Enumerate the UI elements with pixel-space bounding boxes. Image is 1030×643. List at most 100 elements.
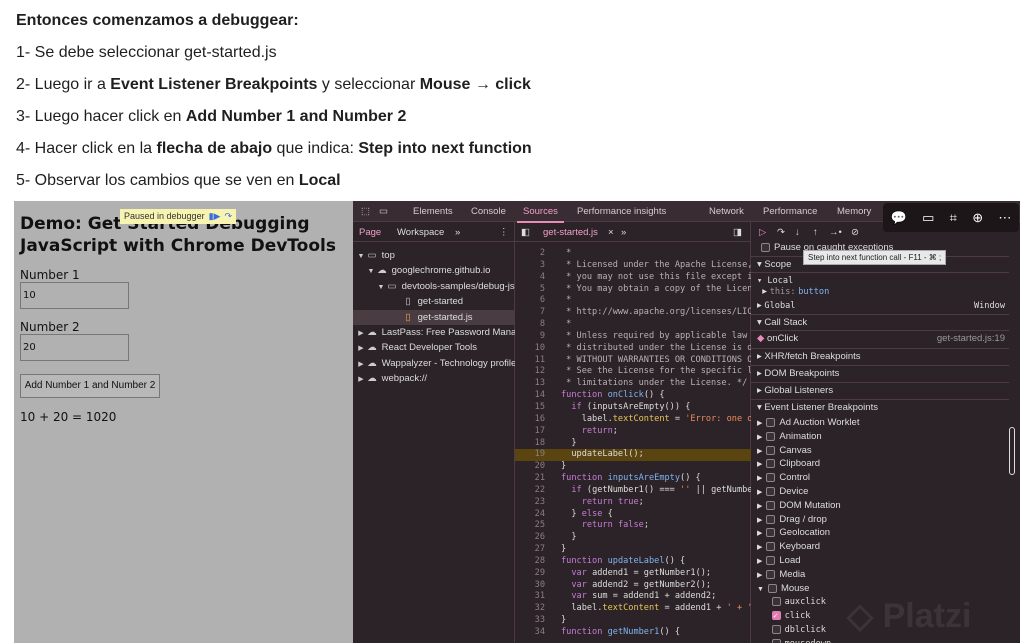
line-number[interactable]: 34 bbox=[515, 627, 545, 639]
code-line[interactable]: 30 var addend2 = getNumber2(); bbox=[515, 580, 751, 592]
toggle-navigator-icon[interactable]: ◧ bbox=[521, 227, 530, 238]
expand-arrow-icon[interactable]: ▶ bbox=[357, 357, 365, 371]
line-number[interactable]: 30 bbox=[515, 580, 545, 592]
file-tab[interactable]: get-started.js bbox=[543, 227, 598, 238]
code-line[interactable]: 34 function getNumber1() { bbox=[515, 627, 751, 639]
code-line[interactable]: 4 * you may not use this file except in … bbox=[515, 272, 751, 284]
line-number[interactable]: 29 bbox=[515, 568, 545, 580]
tab-performance[interactable]: Performance bbox=[763, 206, 817, 217]
global_listeners-section[interactable]: ▸ Global Listeners bbox=[751, 382, 1009, 398]
close-tab-icon[interactable]: × bbox=[608, 227, 614, 238]
line-number[interactable]: 22 bbox=[515, 485, 545, 497]
call-stack-section[interactable]: ▾ Call Stack bbox=[751, 314, 1009, 330]
code-line[interactable]: 7 * http://www.apache.org/licenses/LICEN… bbox=[515, 307, 751, 319]
tree-item[interactable]: ▶ ☁ React Developer Tools bbox=[353, 340, 515, 355]
code-line[interactable]: 32 label.textContent = addend1 + ' + ' +… bbox=[515, 603, 751, 615]
line-number[interactable]: 24 bbox=[515, 509, 545, 521]
xhr-section[interactable]: ▸ XHR/fetch Breakpoints bbox=[751, 348, 1009, 364]
tab-network[interactable]: Network bbox=[709, 206, 744, 217]
line-number[interactable]: 2 bbox=[515, 248, 545, 260]
tab-page[interactable]: Page bbox=[359, 227, 381, 238]
tree-item[interactable]: ▼ ☁ googlechrome.github.io bbox=[353, 263, 515, 278]
tree-item[interactable]: ▼ ▭ top bbox=[353, 248, 515, 263]
expand-arrow-icon[interactable]: ▼ bbox=[367, 264, 375, 278]
line-number[interactable]: 14 bbox=[515, 390, 545, 402]
code-line[interactable]: 15 if (inputsAreEmpty()) { bbox=[515, 402, 751, 414]
mouse-event-mousedown[interactable]: mousedown bbox=[751, 636, 1009, 643]
code-line[interactable]: 25 return false; bbox=[515, 520, 751, 532]
inspect-icon[interactable]: ⬚ bbox=[361, 206, 370, 217]
code-line[interactable]: 17 return; bbox=[515, 426, 751, 438]
resume-icon[interactable]: ▮▶ bbox=[209, 211, 221, 221]
code-line[interactable]: 19 updateLabel(); bbox=[515, 449, 751, 462]
tree-item[interactable]: ▶ ☁ Wappalyzer - Technology profiler bbox=[353, 356, 515, 371]
dom-section[interactable]: ▸ DOM Breakpoints bbox=[751, 365, 1009, 381]
step-over-icon[interactable]: ↷ bbox=[777, 227, 785, 238]
line-number[interactable]: 9 bbox=[515, 331, 545, 343]
line-number[interactable]: 31 bbox=[515, 591, 545, 603]
step-over-icon[interactable]: ↷ bbox=[224, 211, 232, 221]
code-line[interactable]: 29 var addend1 = getNumber1(); bbox=[515, 568, 751, 580]
deactivate-breakpoints-icon[interactable]: ⊘ bbox=[851, 227, 859, 238]
line-number[interactable]: 28 bbox=[515, 556, 545, 568]
line-number[interactable]: 5 bbox=[515, 284, 545, 296]
line-number[interactable]: 3 bbox=[515, 260, 545, 272]
line-number[interactable]: 26 bbox=[515, 532, 545, 544]
code-line[interactable]: 18 } bbox=[515, 438, 751, 450]
code-line[interactable]: 28 function updateLabel() { bbox=[515, 556, 751, 568]
line-number[interactable]: 13 bbox=[515, 378, 545, 390]
expand-arrow-icon[interactable]: ▼ bbox=[377, 280, 385, 294]
tab-performance-insights[interactable]: Performance insights bbox=[577, 206, 666, 217]
code-line[interactable]: 11 * WITHOUT WARRANTIES OR CONDITIONS OF… bbox=[515, 355, 751, 367]
line-number[interactable]: 6 bbox=[515, 295, 545, 307]
code-line[interactable]: 22 if (getNumber1() === '' || getNumber2… bbox=[515, 485, 751, 497]
checkbox[interactable] bbox=[771, 638, 781, 643]
scrollbar[interactable] bbox=[1009, 427, 1015, 475]
tree-item[interactable]: ▶ ☁ webpack:// bbox=[353, 371, 515, 386]
more-files-icon[interactable]: » bbox=[621, 227, 626, 238]
tab-memory[interactable]: Memory bbox=[837, 206, 871, 217]
line-number[interactable]: 27 bbox=[515, 544, 545, 556]
tree-item[interactable]: ▼ ▭ devtools-samples/debug-js bbox=[353, 279, 515, 294]
step-out-icon[interactable]: ↑ bbox=[813, 227, 818, 238]
line-number[interactable]: 4 bbox=[515, 272, 545, 284]
code-line[interactable]: 24 } else { bbox=[515, 509, 751, 521]
expand-arrow-icon[interactable]: ▶ bbox=[357, 326, 365, 340]
code-line[interactable]: 3 * Licensed under the Apache License, V… bbox=[515, 260, 751, 272]
checkbox[interactable]: ✓ bbox=[771, 611, 781, 621]
line-number[interactable]: 15 bbox=[515, 402, 545, 414]
code-line[interactable]: 26 } bbox=[515, 532, 751, 544]
line-number[interactable]: 23 bbox=[515, 497, 545, 509]
code-line[interactable]: 8 * bbox=[515, 319, 751, 331]
tree-item[interactable]: ▯ get-started.js bbox=[353, 309, 515, 325]
line-number[interactable]: 25 bbox=[515, 520, 545, 532]
line-number[interactable]: 11 bbox=[515, 355, 545, 367]
code-line[interactable]: 13 * limitations under the License. */ bbox=[515, 378, 751, 390]
code-line[interactable]: 16 label.textContent = 'Error: one or bo… bbox=[515, 414, 751, 426]
code-line[interactable]: 31 var sum = addend1 + addend2; bbox=[515, 591, 751, 603]
code-line[interactable]: 33} bbox=[515, 615, 751, 627]
checkbox[interactable] bbox=[771, 597, 781, 607]
code-line[interactable]: 14 function onClick() { bbox=[515, 390, 751, 402]
tree-item[interactable]: ▶☁ LastPass: Free Password Manager bbox=[353, 325, 515, 340]
tab-console[interactable]: Console bbox=[471, 206, 506, 217]
number2-input[interactable]: 20 bbox=[20, 334, 129, 361]
toggle-debugger-icon[interactable]: ◨ bbox=[733, 227, 742, 238]
code-line[interactable]: 27} bbox=[515, 544, 751, 556]
tab-sources[interactable]: Sources bbox=[517, 206, 564, 223]
line-number[interactable]: 10 bbox=[515, 343, 545, 355]
line-number[interactable]: 33 bbox=[515, 615, 545, 627]
expand-arrow-icon[interactable]: ▶ bbox=[357, 341, 365, 355]
line-number[interactable]: 21 bbox=[515, 473, 545, 485]
code-line[interactable]: 10 * distributed under the License is di… bbox=[515, 343, 751, 355]
line-number[interactable]: 20 bbox=[515, 461, 545, 473]
line-number[interactable]: 19 bbox=[515, 449, 545, 461]
code-line[interactable]: 2 * bbox=[515, 248, 751, 260]
line-number[interactable]: 17 bbox=[515, 426, 545, 438]
code-line[interactable]: 9 * Unless required by applicable law or… bbox=[515, 331, 751, 343]
line-number[interactable]: 32 bbox=[515, 603, 545, 615]
tree-item[interactable]: ▯ get-started bbox=[353, 294, 515, 309]
step-into-icon[interactable]: ↓ bbox=[795, 227, 800, 238]
expand-arrow-icon[interactable]: ▶ bbox=[357, 372, 365, 386]
checkbox[interactable] bbox=[771, 624, 781, 634]
